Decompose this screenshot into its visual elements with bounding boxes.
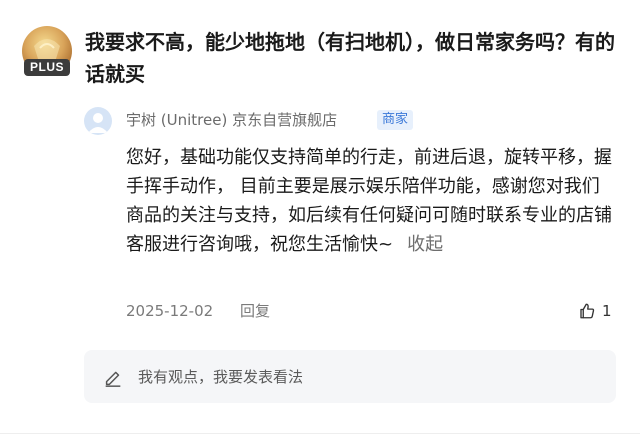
pencil-icon — [105, 371, 121, 387]
comment-input[interactable]: 我有观点，我要发表看法 — [84, 350, 616, 403]
answer-date: 2025-12-02 — [126, 302, 214, 320]
plus-badge: PLUS — [24, 59, 70, 76]
merchant-tag: 商家 — [377, 110, 414, 130]
reply-button[interactable]: 回复 — [240, 300, 270, 322]
answer-text: 您好，基础功能仅支持简单的行走，前进后退，旋转平移，握手挥手动作， 目前主要是展… — [126, 147, 612, 255]
shop-name[interactable]: 宇树 (Unitree) 京东自营旗舰店 — [126, 108, 337, 132]
like-count: 1 — [602, 302, 612, 320]
comment-placeholder: 我有观点，我要发表看法 — [138, 368, 304, 386]
divider — [0, 433, 640, 434]
question-title: 我要求不高，能少地拖地（有扫地机），做日常家务吗？有的话就买 — [85, 30, 615, 86]
shop-avatar — [84, 107, 112, 135]
default-user-icon — [88, 113, 108, 133]
answer-body: 您好，基础功能仅支持简单的行走，前进后退，旋转平移，握手挥手动作， 目前主要是展… — [126, 143, 616, 259]
like-button[interactable]: 1 — [578, 300, 612, 322]
thumbs-up-icon — [580, 303, 595, 319]
collapse-link[interactable]: 收起 — [407, 234, 443, 255]
